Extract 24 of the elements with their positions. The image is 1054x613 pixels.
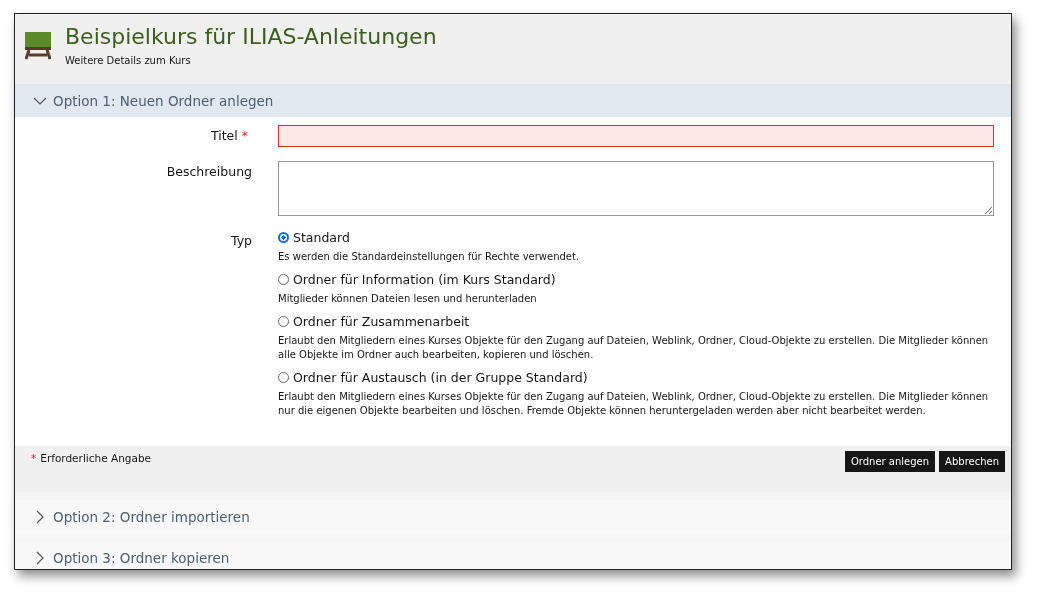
required-mark: * xyxy=(241,128,248,143)
course-title: Beispielkurs für ILIAS-Anleitungen xyxy=(65,23,437,51)
option-label[interactable]: Ordner für Zusammenarbeit xyxy=(293,314,470,329)
option-description: Mitglieder können Dateien lesen und herunterladen xyxy=(278,292,538,306)
description-textarea[interactable] xyxy=(278,161,994,216)
field-label: Typ xyxy=(230,233,252,248)
title-input[interactable] xyxy=(278,125,994,147)
form-button[interactable]: Abbrechen xyxy=(939,451,1005,472)
course-subtitle: Weitere Details zum Kurs xyxy=(65,55,192,66)
panel-header[interactable]: Option 1: Neuen Ordner anlegen xyxy=(15,84,1011,117)
option-description: Erlaubt den Mitgliedern eines Kurses Objekte für den Zugang auf Dateien, Weblink, Ordner, Cloud-Objekte zu erstellen. Die Mitglieder können alle Objekte im Ordner auch bearbeiten, kopieren und löschen. xyxy=(278,334,990,362)
required-mark: * xyxy=(31,452,37,464)
option-label[interactable]: Standard xyxy=(293,230,350,245)
option-description: Es werden die Standardeinstellungen für Rechte verwendet. xyxy=(278,250,581,264)
field-label: Titel xyxy=(210,128,238,143)
form-button[interactable]: Ordner anlegen xyxy=(844,451,936,472)
radio-button[interactable] xyxy=(278,232,289,243)
required-note: Erforderliche Angabe xyxy=(40,452,152,464)
option-description: Erlaubt den Mitgliedern eines Kurses Objekte für den Zugang auf Dateien, Weblink, Ordner, Cloud-Objekte zu erstellen. Die Mitglieder können nur die eigenen Objekte bearbeiten und löschen. Fremde Objekte können heruntergeladen werden aber nicht bearbeitet werden. xyxy=(278,390,990,418)
panel-header[interactable]: Option 3: Ordner kopieren xyxy=(15,541,1011,569)
option-label[interactable]: Ordner für Information (im Kurs Standard) xyxy=(293,272,556,287)
panel-header[interactable]: Option 2: Ordner importieren xyxy=(15,500,1011,533)
option-label[interactable]: Ordner für Austausch (in der Gruppe Standard) xyxy=(293,370,588,385)
field-label: Beschreibung xyxy=(166,164,252,179)
